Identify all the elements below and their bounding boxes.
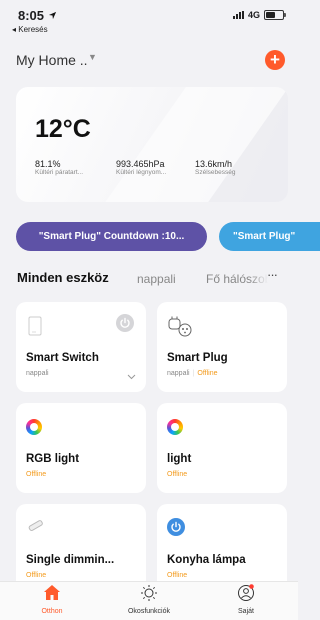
- device-card-smart-switch[interactable]: Smart Switch nappali: [16, 302, 146, 392]
- offline-badge: Offline: [197, 370, 218, 377]
- metric-value: 13.6km/h: [195, 159, 233, 169]
- tab-main-bedroom[interactable]: Fő hálószoba: [206, 272, 268, 286]
- outdoor-temperature: 12°C: [35, 115, 91, 143]
- metric-label: Kültéri légnyom...: [116, 169, 167, 176]
- device-name: RGB light: [26, 453, 80, 465]
- device-name: Smart Plug: [167, 352, 228, 364]
- device-card-rgb-light[interactable]: RGB light Offline: [16, 403, 146, 493]
- more-tabs-button[interactable]: ···: [267, 267, 278, 282]
- offline-badge: Offline: [167, 471, 188, 478]
- device-name: light: [167, 453, 192, 465]
- offline-badge: Offline: [167, 572, 188, 579]
- scene-button-countdown[interactable]: "Smart Plug" Countdown :10...: [16, 222, 207, 251]
- sun-icon: [141, 585, 157, 601]
- offline-badge: Offline: [26, 572, 47, 579]
- bottom-nav: Otthon Okosfunkciók Saját: [0, 581, 298, 620]
- humidity-metric: 81.1% Kültéri páratart...: [35, 159, 83, 176]
- chevron-down-icon[interactable]: [127, 374, 136, 380]
- status-indicators: 4G: [232, 10, 286, 20]
- status-time: 8:05: [18, 8, 57, 23]
- device-card-light[interactable]: light Offline: [157, 403, 287, 493]
- metric-label: Kültéri páratart...: [35, 169, 84, 176]
- battery-icon: [264, 10, 286, 20]
- nav-me-label: Saját: [238, 608, 254, 615]
- device-room: nappali: [167, 370, 190, 377]
- profile-icon: [238, 584, 254, 601]
- metric-value: 993.465hPa: [116, 159, 165, 169]
- pressure-metric: 993.465hPa Kültéri légnyom...: [116, 159, 166, 176]
- metric-label: Szélsebesség: [195, 169, 236, 176]
- color-bulb-icon: [26, 419, 42, 435]
- device-name: Single dimmin...: [26, 554, 115, 566]
- power-button-icon[interactable]: [167, 518, 185, 536]
- switch-device-icon: [28, 316, 42, 336]
- offline-badge: Offline: [26, 471, 47, 478]
- metric-value: 81.1%: [35, 159, 61, 169]
- wind-speed-metric: 13.6km/h Szélsebesség: [195, 159, 235, 176]
- device-name: Smart Switch: [26, 352, 99, 364]
- network-type: 4G: [247, 10, 260, 20]
- signal-icon: [232, 11, 244, 19]
- device-room: nappali: [26, 370, 49, 377]
- tab-nappali[interactable]: nappali: [137, 272, 176, 286]
- weather-card[interactable]: 12°C 81.1% Kültéri páratart... 993.465hP…: [16, 87, 288, 202]
- tab-all-devices[interactable]: Minden eszköz: [17, 270, 109, 285]
- device-card-smart-plug[interactable]: Smart Plug nappali | Offline: [157, 302, 287, 392]
- caret-down-icon[interactable]: ▼: [88, 52, 97, 62]
- add-device-button[interactable]: +: [265, 50, 285, 70]
- nav-me[interactable]: Saját: [206, 584, 286, 615]
- home-selector[interactable]: My Home ..: [16, 52, 88, 68]
- home-icon: [44, 585, 60, 600]
- nav-home[interactable]: Otthon: [12, 584, 92, 615]
- dimmer-device-icon: [28, 520, 43, 531]
- location-arrow-icon: [48, 11, 56, 20]
- device-status-line: nappali | Offline: [167, 370, 218, 377]
- nav-home-label: Otthon: [41, 608, 63, 615]
- scene-button-smart-plug[interactable]: "Smart Plug": [219, 222, 320, 251]
- back-to-search-link[interactable]: ◂ Keresés: [12, 25, 48, 34]
- nav-smart[interactable]: Okosfunkciók: [109, 584, 189, 615]
- nav-smart-label: Okosfunkciók: [127, 608, 171, 615]
- plug-device-icon: [168, 316, 192, 337]
- power-button-icon[interactable]: [116, 314, 134, 332]
- device-name: Konyha lámpa: [167, 554, 246, 566]
- color-bulb-icon: [167, 419, 183, 435]
